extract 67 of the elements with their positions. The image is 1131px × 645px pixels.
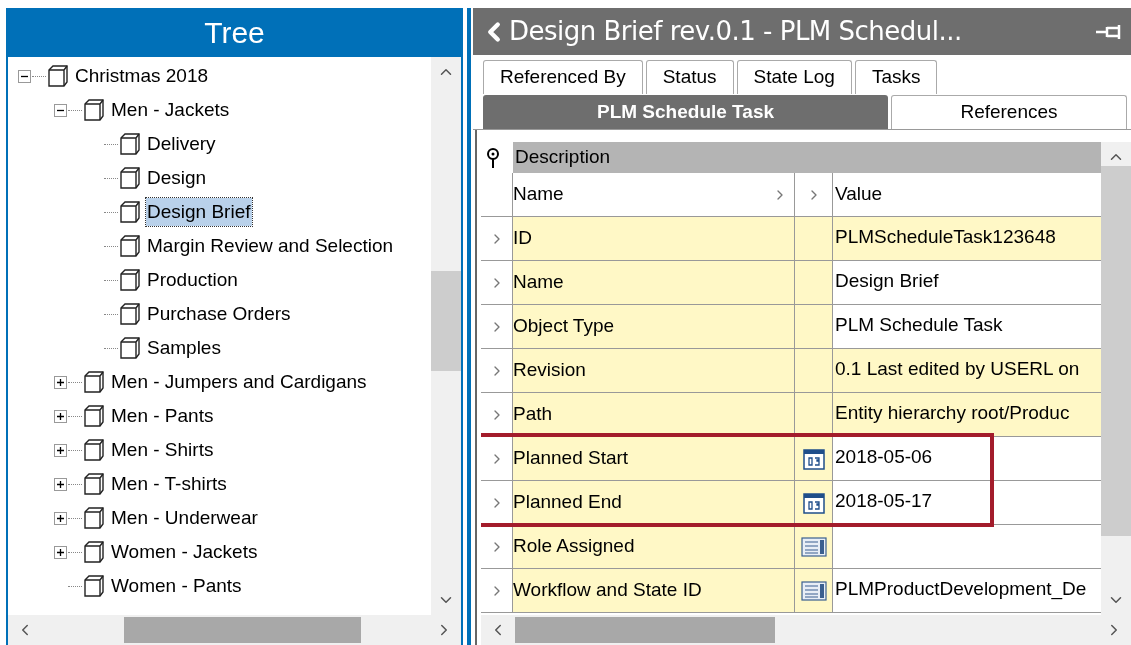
property-name: Planned End [513, 481, 795, 524]
cube-icon [82, 370, 106, 394]
property-name: ID [513, 217, 795, 260]
cube-icon [118, 200, 142, 224]
tree-header: Tree [8, 8, 461, 57]
tree-item[interactable]: Purchase Orders [146, 299, 292, 329]
horizontal-scrollbar[interactable] [481, 615, 1131, 645]
tab[interactable]: Referenced By [483, 60, 643, 94]
property-value[interactable]: Entity hierarchy root/Produc [833, 393, 1101, 436]
tree-item[interactable]: Men - T-shirts [110, 469, 228, 499]
tab[interactable]: PLM Schedule Task [483, 95, 888, 129]
tab[interactable]: State Log [736, 60, 852, 94]
horizontal-scrollbar[interactable] [8, 615, 461, 645]
cube-icon [82, 98, 106, 122]
tree-item[interactable]: Margin Review and Selection [146, 231, 395, 261]
tree-item[interactable]: Men - Jackets [110, 95, 231, 125]
property-name: Path [513, 393, 795, 436]
calendar-icon[interactable] [802, 447, 825, 470]
tree-item[interactable]: Men - Underwear [110, 503, 259, 533]
tab[interactable]: References [891, 95, 1127, 129]
window-title: Design Brief rev.0.1 - PLM Schedul... [509, 15, 963, 48]
vertical-scrollbar[interactable] [431, 57, 461, 615]
property-name: Planned Start [513, 437, 795, 480]
property-name: Role Assigned [513, 525, 795, 568]
list-icon[interactable] [800, 580, 827, 601]
cube-icon [82, 404, 106, 428]
cube-icon [118, 132, 142, 156]
cube-icon [82, 438, 106, 462]
tab[interactable]: Status [645, 60, 734, 94]
tree-item[interactable]: Design Brief [146, 197, 252, 227]
column-header[interactable]: Name [513, 173, 795, 216]
cube-icon [118, 268, 142, 292]
property-name: Object Type [513, 305, 795, 348]
tree-item[interactable]: Samples [146, 333, 222, 363]
scroll-thumb[interactable] [515, 617, 775, 643]
cube-icon [82, 472, 106, 496]
scroll-thumb[interactable] [124, 617, 361, 643]
property-name: Name [513, 261, 795, 304]
cube-icon [118, 336, 142, 360]
cube-icon [82, 574, 106, 598]
cube-icon [46, 64, 70, 88]
tree-item[interactable]: Men - Jumpers and Cardigans [110, 367, 368, 397]
list-icon[interactable] [800, 536, 827, 557]
property-name: Revision [513, 349, 795, 392]
scroll-thumb[interactable] [431, 271, 461, 371]
tree-item[interactable]: Men - Pants [110, 401, 215, 431]
column-header[interactable]: Value [833, 173, 1101, 216]
property-value[interactable]: 0.1 Last edited by USERL on [833, 349, 1101, 392]
section-header[interactable]: Description [513, 142, 1101, 173]
property-value[interactable]: PLMScheduleTask123648 [833, 217, 1101, 260]
property-name: Workflow and State ID [513, 569, 795, 612]
cube-icon [118, 302, 142, 326]
calendar-icon[interactable] [802, 491, 825, 514]
tree-item[interactable]: Men - Shirts [110, 435, 215, 465]
cube-icon [82, 506, 106, 530]
vertical-scrollbar[interactable] [1101, 142, 1131, 615]
tree-item[interactable]: Delivery [146, 129, 217, 159]
tab[interactable]: Tasks [854, 60, 938, 94]
tree-item[interactable]: Christmas 2018 [74, 61, 210, 91]
tree-item[interactable]: Women - Jackets [110, 537, 259, 567]
tree-item[interactable]: Design [146, 163, 208, 193]
cube-icon [118, 234, 142, 258]
scroll-thumb[interactable] [1101, 166, 1131, 536]
cube-icon [82, 540, 106, 564]
tree-item[interactable]: Women - Pants [110, 571, 243, 601]
tree-item[interactable]: Production [146, 265, 239, 295]
cube-icon [118, 166, 142, 190]
